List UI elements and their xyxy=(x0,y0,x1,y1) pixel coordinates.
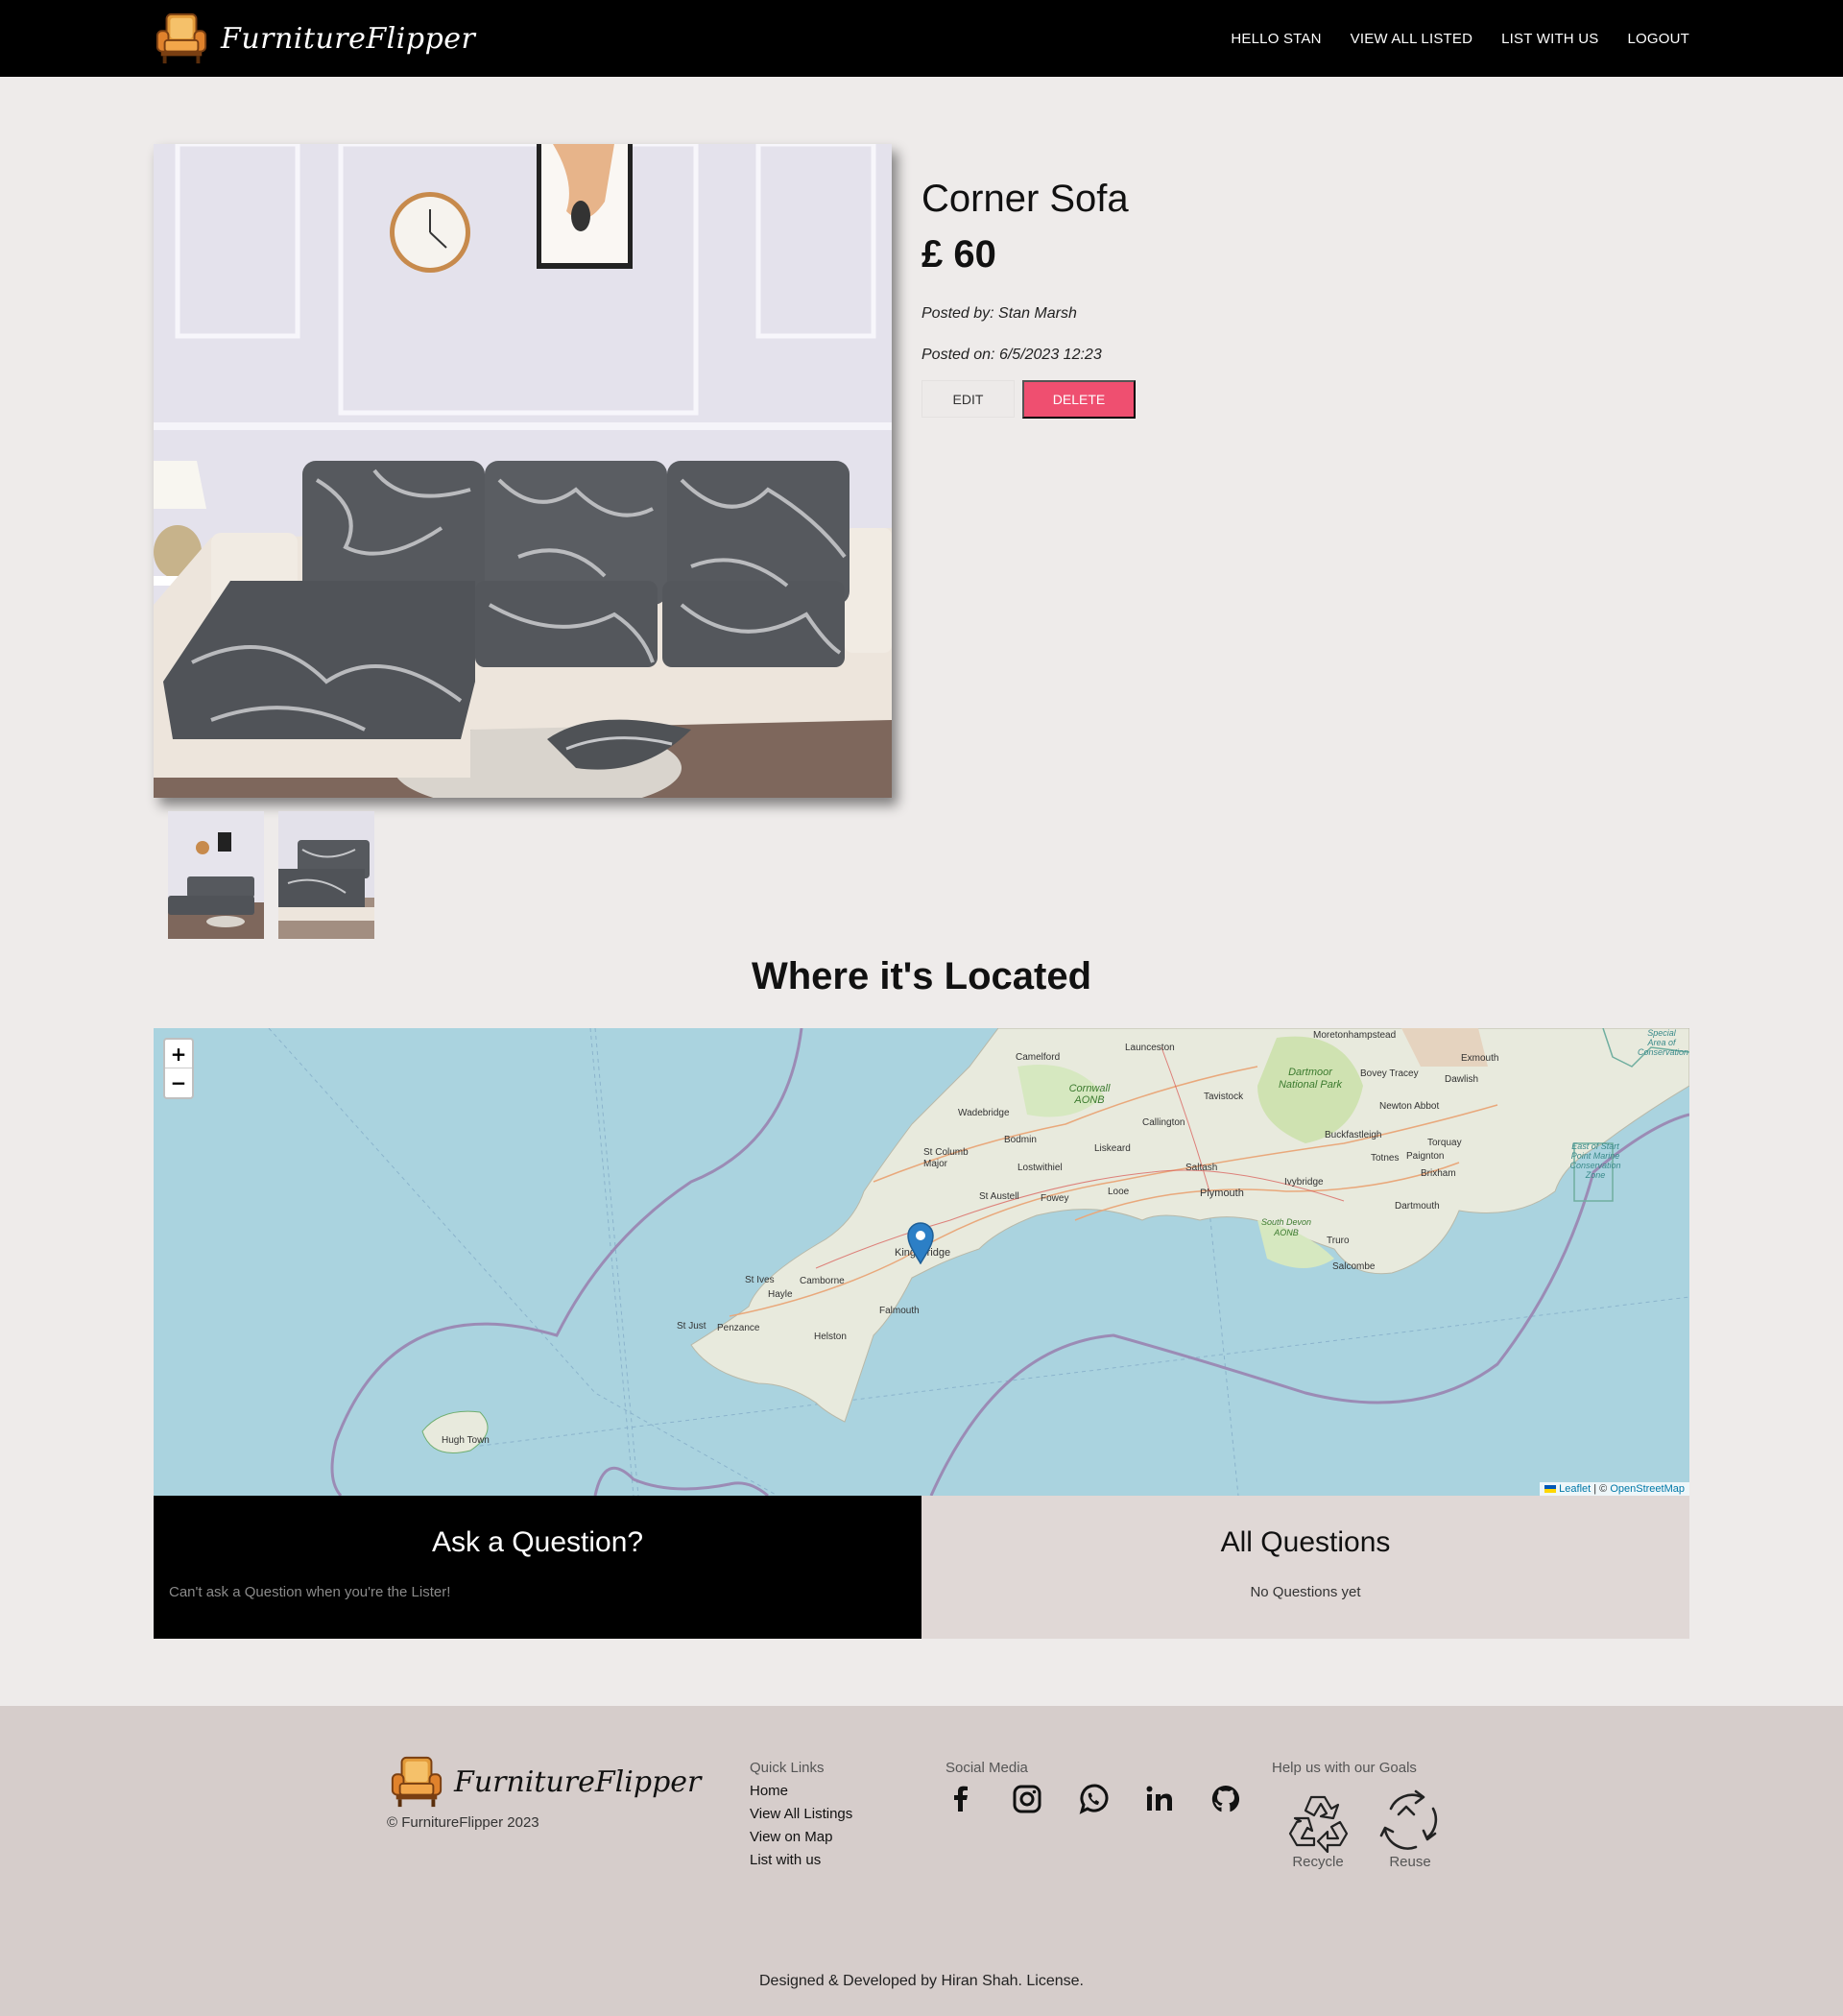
map-label-moretonhampstead: Moretonhampstead xyxy=(1313,1030,1397,1041)
map-label-ivybridge: Ivybridge xyxy=(1284,1177,1324,1188)
thumbnail-1[interactable] xyxy=(168,811,264,939)
footer-link-view-on-map[interactable]: View on Map xyxy=(750,1829,832,1845)
ukraine-flag-icon xyxy=(1544,1485,1557,1494)
map-label-penzance: Penzance xyxy=(717,1323,760,1333)
nav-links: HELLO STAN VIEW ALL LISTED LIST WITH US … xyxy=(1231,0,1689,77)
reuse-icon xyxy=(1379,1789,1438,1850)
no-questions-note: No Questions yet xyxy=(1250,1584,1361,1600)
footer-link-list-with-us[interactable]: List with us xyxy=(750,1852,821,1868)
nav-list-with-us[interactable]: LIST WITH US xyxy=(1501,31,1598,47)
facebook-icon[interactable] xyxy=(945,1783,977,1815)
map-label-falmouth: Falmouth xyxy=(879,1306,920,1316)
footer-link-view-all-listings[interactable]: View All Listings xyxy=(750,1806,852,1822)
whatsapp-icon[interactable] xyxy=(1077,1783,1110,1815)
all-questions-panel: All Questions No Questions yet xyxy=(922,1496,1689,1639)
map-label-dartmouth: Dartmouth xyxy=(1395,1201,1440,1212)
nav-hello-user[interactable]: HELLO STAN xyxy=(1231,31,1321,47)
map-label-torquay: Torquay xyxy=(1427,1138,1462,1148)
footer-credit: Designed & Developed by Hiran Shah. Lice… xyxy=(759,1973,1084,1989)
social-media-title: Social Media xyxy=(945,1760,1028,1776)
listing-title: Corner Sofa xyxy=(922,178,1129,220)
reuse-label: Reuse xyxy=(1389,1854,1431,1870)
map-label-helston: Helston xyxy=(814,1332,847,1342)
map-label-buckfastleigh: Buckfastleigh xyxy=(1325,1130,1382,1140)
map-label-dartmoor: Dartmoor National Park xyxy=(1278,1067,1343,1091)
map-label-callington: Callington xyxy=(1142,1117,1185,1128)
map-label-liskeard: Liskeard xyxy=(1094,1143,1131,1154)
map-label-camelford: Camelford xyxy=(1016,1052,1061,1063)
map-label-saltash: Saltash xyxy=(1185,1163,1218,1173)
navbar: FurnitureFlipper HELLO STAN VIEW ALL LIS… xyxy=(0,0,1843,77)
map-label-lostwithiel: Lostwithiel xyxy=(1017,1163,1063,1173)
all-questions-title: All Questions xyxy=(1220,1526,1391,1558)
listing-price: £ 60 xyxy=(922,233,996,276)
map-label-hugh-town: Hugh Town xyxy=(442,1435,490,1446)
product-main-image xyxy=(154,144,892,798)
map-label-fowey: Fowey xyxy=(1041,1193,1069,1204)
map-label-camborne: Camborne xyxy=(800,1276,845,1286)
edit-button[interactable]: EDIT xyxy=(922,380,1015,418)
footer-brand-link[interactable]: FurnitureFlipper xyxy=(389,1754,701,1810)
map-label-hayle: Hayle xyxy=(768,1289,793,1300)
ask-question-panel: Ask a Question? Can't ask a Question whe… xyxy=(154,1496,922,1639)
map-label-bodmin: Bodmin xyxy=(1004,1135,1037,1145)
footer-link-home[interactable]: Home xyxy=(750,1783,788,1799)
goals-title: Help us with our Goals xyxy=(1272,1760,1417,1776)
location-map[interactable]: Moretonhampstead Launceston Camelford Co… xyxy=(154,1028,1689,1496)
armchair-logo-icon xyxy=(391,1756,443,1808)
recycle-label: Recycle xyxy=(1292,1854,1344,1870)
map-label-south-devon-aonb: South Devon AONB xyxy=(1260,1217,1312,1237)
map-label-st-just: St Just xyxy=(677,1321,706,1332)
recycle-icon xyxy=(1288,1795,1349,1853)
map-label-looe: Looe xyxy=(1108,1187,1130,1197)
map-label-dawlish: Dawlish xyxy=(1445,1074,1479,1085)
map-label-marine-zone: East of Start Point Marine Conservation … xyxy=(1569,1141,1621,1180)
linkedin-icon[interactable] xyxy=(1143,1783,1176,1815)
map-label-st-columb-major: St Columb Major xyxy=(923,1147,969,1169)
location-marker-icon[interactable] xyxy=(906,1222,935,1264)
brand-name: FurnitureFlipper xyxy=(221,21,476,56)
brand-logo-link[interactable]: FurnitureFlipper xyxy=(154,12,475,65)
zoom-control: + − xyxy=(163,1038,194,1099)
map-label-wadebridge: Wadebridge xyxy=(958,1108,1010,1118)
footer-copyright: © FurnitureFlipper 2023 xyxy=(387,1814,539,1831)
openstreetmap-link[interactable]: OpenStreetMap xyxy=(1610,1483,1685,1495)
posted-by: Posted by: Stan Marsh xyxy=(922,305,1077,322)
footer: FurnitureFlipper © FurnitureFlipper 2023… xyxy=(0,1706,1843,2016)
attribution-separator: | © xyxy=(1591,1483,1611,1495)
ask-question-note: Can't ask a Question when you're the Lis… xyxy=(169,1584,451,1600)
map-label-bovey-tracey: Bovey Tracey xyxy=(1360,1068,1419,1079)
map-label-special-area: Special Area of Conservation xyxy=(1638,1028,1689,1057)
map-label-paignton: Paignton xyxy=(1406,1151,1445,1162)
footer-brand-name: FurnitureFlipper xyxy=(454,1764,702,1799)
github-icon[interactable] xyxy=(1209,1783,1242,1815)
delete-button[interactable]: DELETE xyxy=(1022,380,1136,419)
map-attribution: Leaflet | © OpenStreetMap xyxy=(1540,1482,1689,1496)
map-label-kingsbridge: Truro xyxy=(1327,1236,1350,1246)
map-label-tavistock: Tavistock xyxy=(1204,1092,1244,1102)
map-label-brixham: Brixham xyxy=(1421,1168,1456,1179)
map-label-salcombe: Salcombe xyxy=(1332,1261,1376,1272)
nav-logout[interactable]: LOGOUT xyxy=(1627,31,1689,47)
zoom-in-button[interactable]: + xyxy=(165,1040,192,1068)
map-label-exmouth: Exmouth xyxy=(1461,1053,1499,1064)
armchair-logo-icon xyxy=(156,12,207,64)
nav-view-all-listed[interactable]: VIEW ALL LISTED xyxy=(1351,31,1473,47)
instagram-icon[interactable] xyxy=(1011,1783,1043,1815)
map-label-plymouth: Plymouth xyxy=(1200,1188,1244,1199)
map-label-newton-abbot: Newton Abbot xyxy=(1379,1101,1440,1112)
ask-question-title: Ask a Question? xyxy=(431,1526,644,1558)
map-label-st-austell: St Austell xyxy=(979,1191,1019,1202)
map-label-totnes: Totnes xyxy=(1371,1153,1400,1164)
quick-links-title: Quick Links xyxy=(750,1760,825,1776)
posted-on: Posted on: 6/5/2023 12:23 xyxy=(922,347,1102,363)
zoom-out-button[interactable]: − xyxy=(165,1068,192,1097)
map-label-st-ives: St Ives xyxy=(745,1275,775,1285)
map-label-cornwall-aonb: Cornwall AONB xyxy=(1068,1083,1111,1106)
map-label-launceston: Launceston xyxy=(1125,1043,1175,1053)
leaflet-link[interactable]: Leaflet xyxy=(1559,1483,1591,1495)
thumbnail-2[interactable] xyxy=(278,811,374,939)
location-heading: Where it's Located xyxy=(751,955,1092,997)
